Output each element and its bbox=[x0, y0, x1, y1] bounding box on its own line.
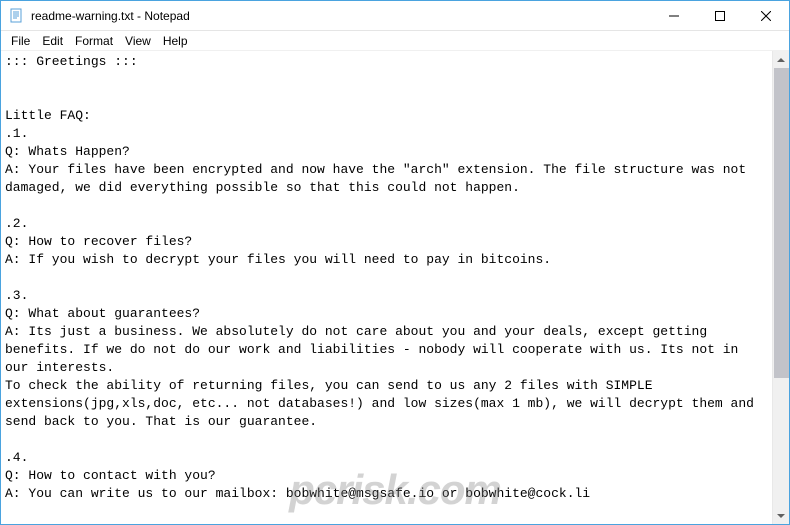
scroll-down-arrow[interactable] bbox=[773, 507, 789, 524]
text-content[interactable]: ::: Greetings ::: Little FAQ: .1. Q: Wha… bbox=[1, 51, 772, 524]
vertical-scrollbar[interactable] bbox=[772, 51, 789, 524]
menu-help[interactable]: Help bbox=[157, 33, 194, 49]
menu-format[interactable]: Format bbox=[69, 33, 119, 49]
menu-edit[interactable]: Edit bbox=[36, 33, 69, 49]
menu-file[interactable]: File bbox=[5, 33, 36, 49]
maximize-button[interactable] bbox=[697, 1, 743, 30]
editor-area: ::: Greetings ::: Little FAQ: .1. Q: Wha… bbox=[1, 51, 789, 524]
scroll-thumb[interactable] bbox=[774, 68, 789, 378]
titlebar: readme-warning.txt - Notepad bbox=[1, 1, 789, 31]
close-button[interactable] bbox=[743, 1, 789, 30]
scroll-up-arrow[interactable] bbox=[773, 51, 789, 68]
window-controls bbox=[651, 1, 789, 30]
notepad-icon bbox=[9, 8, 25, 24]
minimize-button[interactable] bbox=[651, 1, 697, 30]
window-title: readme-warning.txt - Notepad bbox=[31, 9, 651, 23]
menu-view[interactable]: View bbox=[119, 33, 157, 49]
menubar: File Edit Format View Help bbox=[1, 31, 789, 51]
